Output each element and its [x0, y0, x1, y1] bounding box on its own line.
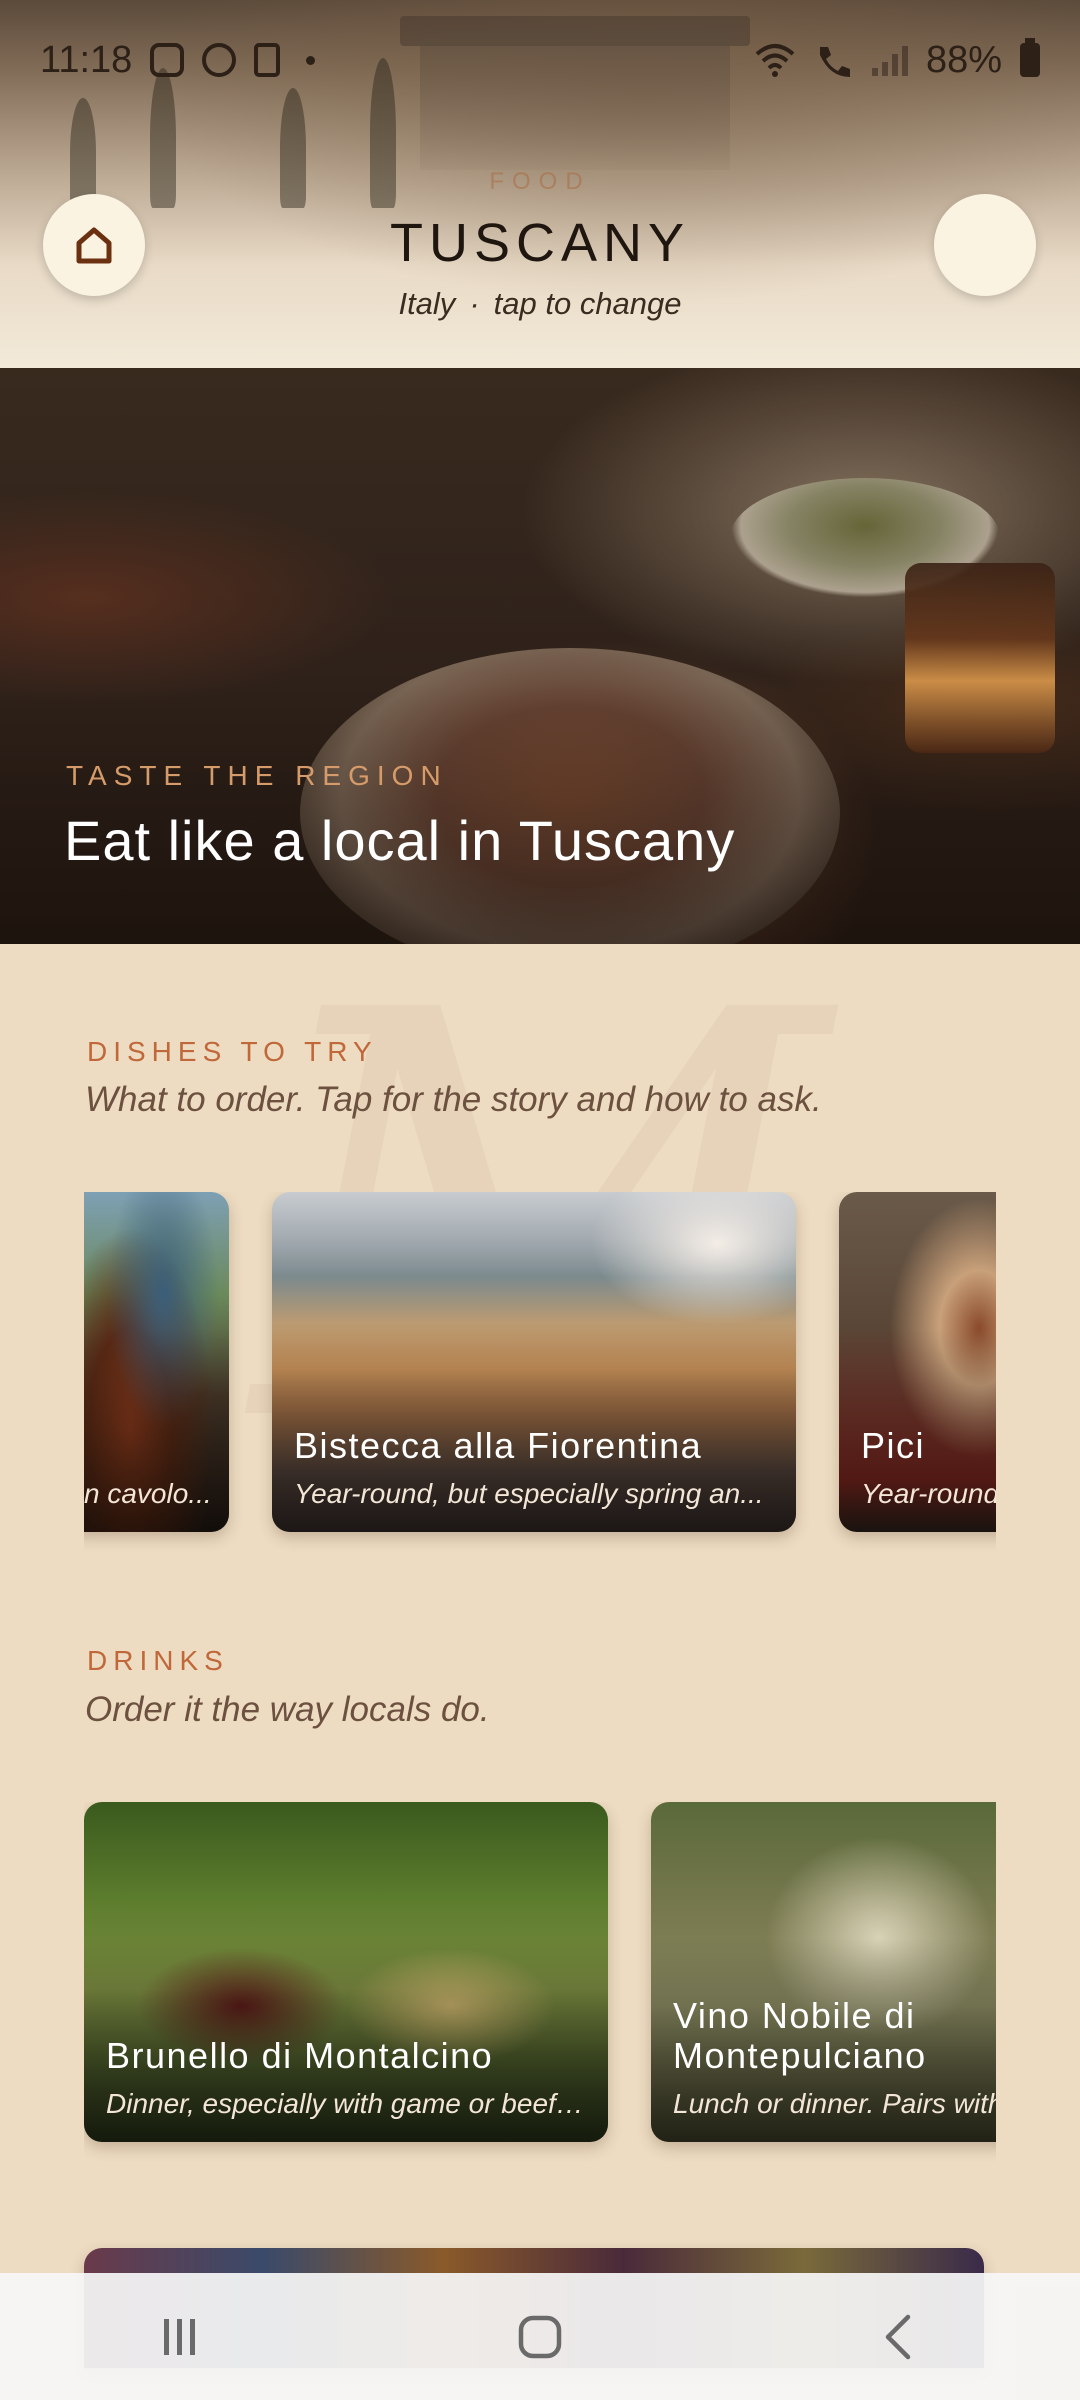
drinks-carousel[interactable]: Brunello di Montalcino Dinner, especiall…	[84, 1802, 996, 2162]
drink-card[interactable]: Brunello di Montalcino Dinner, especiall…	[84, 1802, 608, 2142]
dishes-section-subtitle: What to order. Tap for the story and how…	[85, 1080, 822, 1119]
recent-apps-icon	[164, 2318, 195, 2355]
drink-card-title: Brunello di Montalcino	[106, 2035, 494, 2076]
drinks-section-subtitle: Order it the way locals do.	[85, 1690, 490, 1729]
drink-card-title-line1: Vino Nobile di	[673, 1995, 916, 2036]
dish-card-meta: n cavolo...	[84, 1478, 212, 1509]
nav-home-button[interactable]	[480, 2297, 600, 2377]
battery-icon	[1020, 38, 1040, 77]
drink-card-meta: Lunch or dinner. Pairs with	[673, 2088, 996, 2119]
drink-card-meta: Dinner, especially with game or beef....	[106, 2088, 586, 2119]
signal-icon	[871, 44, 908, 76]
hero-title: Eat like a local in Tuscany	[64, 809, 736, 872]
notification-app-icon	[254, 43, 281, 77]
dish-card-title: Pici	[861, 1425, 926, 1466]
region-title[interactable]: TUSCANY	[0, 212, 1080, 274]
separator-dot: ·	[469, 286, 480, 321]
instagram-icon	[150, 43, 185, 77]
dish-card[interactable]: Pici Year-round	[839, 1192, 996, 1532]
change-hint: tap to change	[493, 286, 682, 321]
dish-card[interactable]: n cavolo...	[84, 1192, 229, 1532]
recent-apps-button[interactable]	[120, 2297, 240, 2377]
wifi-calling-icon	[819, 47, 850, 77]
back-icon	[885, 2314, 911, 2359]
hero-kicker: TASTE THE REGION	[66, 760, 448, 791]
status-bar: 11:18 88%	[0, 0, 1080, 120]
whatsapp-icon	[202, 43, 237, 77]
drink-card[interactable]: Vino Nobile di Montepulciano Lunch or di…	[651, 1802, 996, 2142]
country-label: Italy	[398, 286, 456, 321]
hero-banner[interactable]: TASTE THE REGION Eat like a local in Tus…	[0, 368, 1080, 944]
wifi-icon	[755, 44, 795, 77]
dish-card-meta: Year-round, but especially spring an...	[294, 1478, 764, 1509]
nav-home-icon	[518, 2315, 562, 2358]
region-change-link[interactable]: Italy · tap to change	[0, 286, 1080, 322]
drink-card-title-line2: Montepulciano	[673, 2035, 927, 2076]
region-header: 11:18 88% FOOD TUSCANY Italy · tap to ch…	[0, 0, 1080, 368]
dish-card-title: Bistecca alla Fiorentina	[294, 1425, 703, 1466]
drinks-section-kicker: DRINKS	[87, 1645, 229, 1676]
more-notifications-icon	[306, 55, 316, 65]
dish-card[interactable]: Bistecca alla Fiorentina Year-round, but…	[272, 1192, 796, 1532]
battery-percent: 88%	[925, 38, 1002, 81]
category-label: FOOD	[489, 168, 591, 195]
back-button[interactable]	[840, 2297, 960, 2377]
dish-card-meta: Year-round	[861, 1478, 996, 1509]
dishes-carousel[interactable]: n cavolo... Bistecca alla Fiorentina Yea…	[84, 1192, 996, 1552]
dishes-section-kicker: DISHES TO TRY	[87, 1036, 378, 1067]
status-time: 11:18	[40, 38, 133, 81]
system-navigation-bar	[0, 2273, 1080, 2400]
